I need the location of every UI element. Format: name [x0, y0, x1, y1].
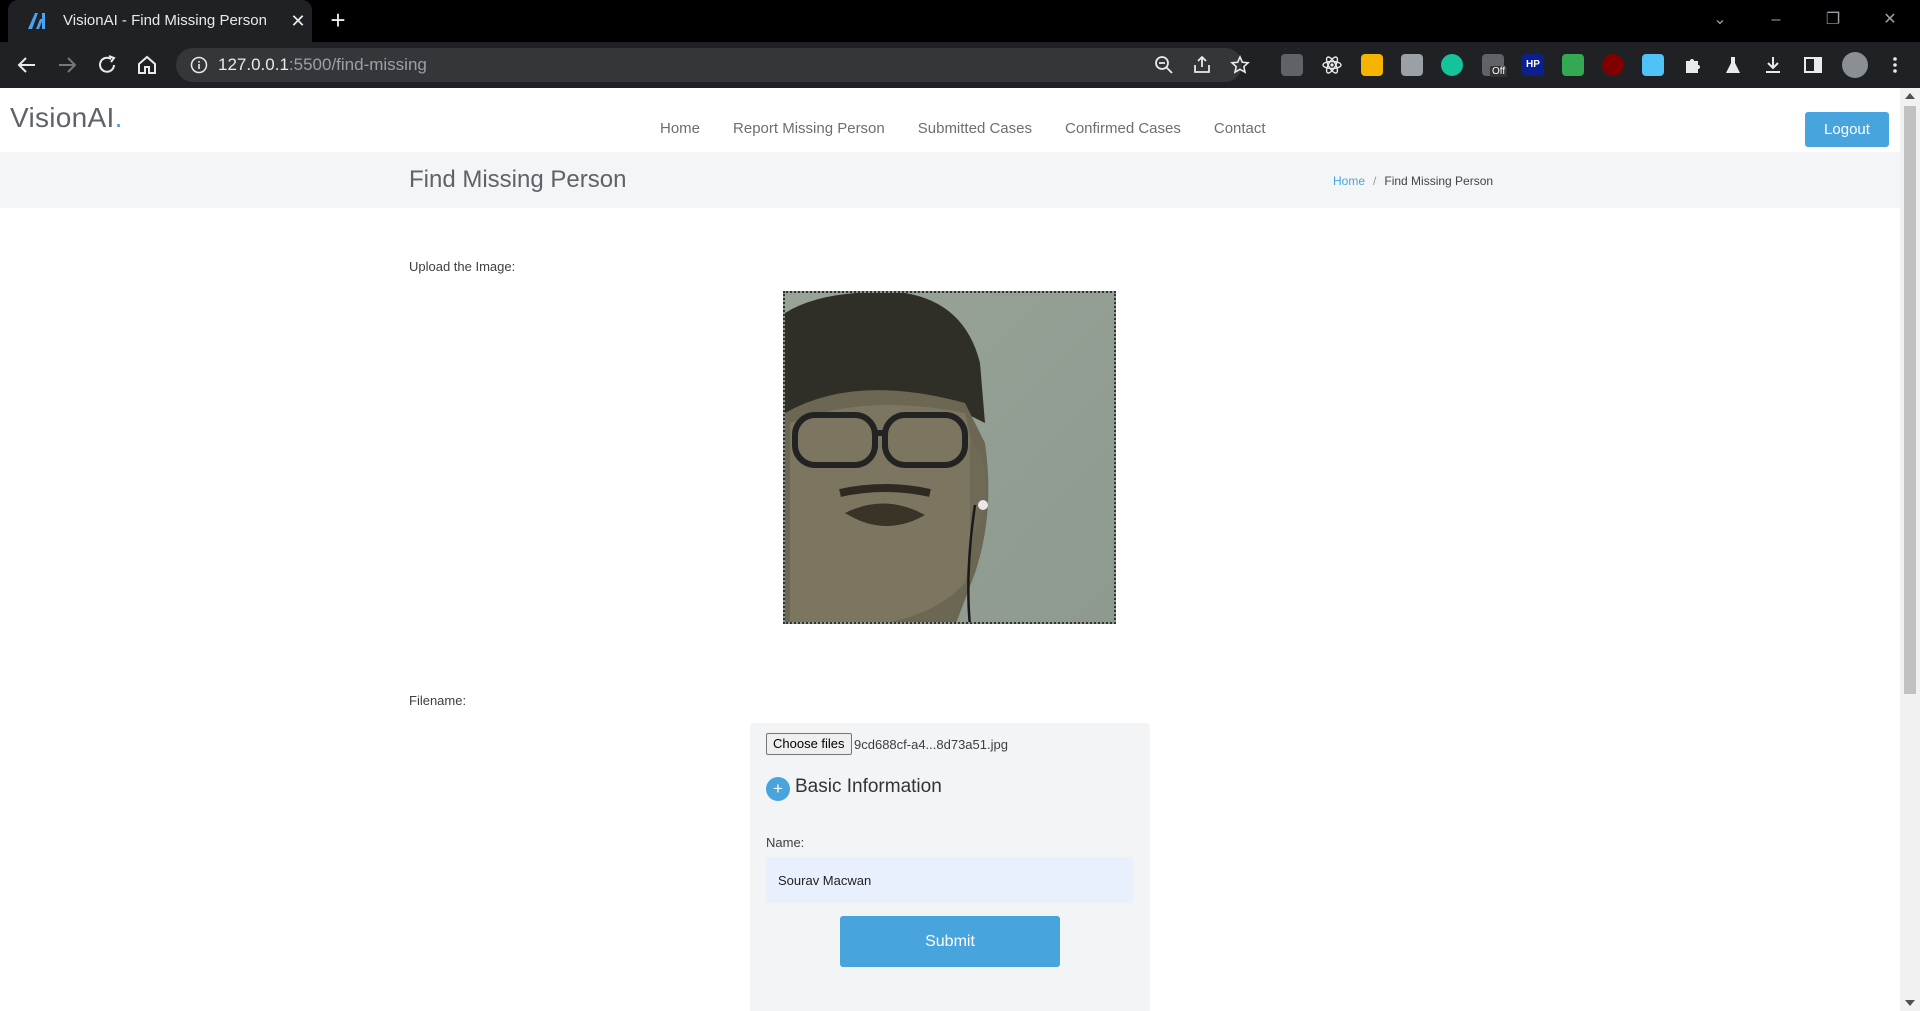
selected-file-name: 9cd688cf-a4...8d73a51.jpg	[854, 737, 1008, 752]
page-scrollbar[interactable]	[1900, 88, 1920, 1011]
back-arrow-icon[interactable]	[15, 53, 39, 77]
nav-link-report-missing-person[interactable]: Report Missing Person	[733, 120, 885, 137]
extension-screenshot-icon[interactable]	[1281, 54, 1303, 76]
browser-toolbar: 127.0.0.1:5500/find-missing Off HP	[0, 42, 1920, 88]
name-input[interactable]	[766, 857, 1133, 903]
extensions-puzzle-icon[interactable]	[1682, 54, 1704, 76]
coupon-extension-icon[interactable]: Off	[1482, 54, 1508, 77]
uploaded-image-preview[interactable]	[783, 291, 1116, 624]
restore-icon[interactable]: ❐	[1821, 8, 1845, 32]
close-tab-icon[interactable]: ✕	[288, 11, 308, 31]
address-bar[interactable]: 127.0.0.1:5500/find-missing	[176, 48, 1250, 82]
page-title-bar: Find Missing Person Home / Find Missing …	[0, 152, 1900, 208]
name-label: Name:	[766, 835, 805, 850]
nav-link-submitted-cases[interactable]: Submitted Cases	[918, 120, 1032, 137]
mail-extension-icon[interactable]	[1562, 54, 1584, 76]
breadcrumb-current: Find Missing Person	[1384, 174, 1494, 188]
url-path: :5500/find-missing	[288, 55, 427, 74]
browser-tab-strip: VisionAI - Find Missing Person ✕ + ⌄ – ❐…	[0, 0, 1920, 42]
reload-icon[interactable]	[95, 53, 119, 77]
profile-avatar[interactable]	[1842, 52, 1868, 78]
upload-image-label: Upload the Image:	[409, 259, 516, 274]
zoom-icon[interactable]	[1154, 55, 1174, 75]
forward-arrow-icon[interactable]	[55, 53, 79, 77]
labs-flask-icon[interactable]	[1722, 54, 1744, 76]
page-viewport: VisionAI. Home Report Missing Person Sub…	[0, 88, 1920, 1011]
extension-off-badge: Off	[1490, 66, 1508, 77]
nav-link-contact[interactable]: Contact	[1214, 120, 1266, 137]
react-devtools-icon[interactable]	[1321, 54, 1343, 76]
minimize-icon[interactable]: –	[1764, 8, 1788, 32]
bookmark-extension-icon[interactable]	[1642, 54, 1664, 76]
keep-notes-icon[interactable]	[1361, 54, 1383, 76]
url-host: 127.0.0.1	[218, 55, 289, 74]
site-info-icon[interactable]	[190, 56, 208, 74]
side-panel-icon[interactable]	[1802, 54, 1824, 76]
tab-title: VisionAI - Find Missing Person	[63, 12, 267, 29]
basic-information-heading[interactable]: Basic Information	[795, 776, 942, 798]
tab-search-icon[interactable]: ⌄	[1708, 8, 1732, 32]
submit-button[interactable]: Submit	[840, 916, 1060, 967]
main-nav: Home Report Missing Person Submitted Cas…	[660, 120, 1299, 137]
browser-menu-icon[interactable]	[1884, 54, 1906, 76]
browser-tab[interactable]: VisionAI - Find Missing Person ✕	[8, 0, 312, 42]
page-title: Find Missing Person	[409, 166, 627, 193]
scroll-down-arrow-icon[interactable]	[1905, 1000, 1915, 1006]
logo-dot: .	[114, 102, 123, 133]
nav-link-home[interactable]: Home	[660, 120, 700, 137]
ublock-icon[interactable]	[1602, 54, 1624, 76]
filename-label: Filename:	[409, 693, 467, 708]
scrollbar-thumb[interactable]	[1904, 106, 1916, 694]
breadcrumb-separator: /	[1373, 174, 1377, 188]
site-logo[interactable]: VisionAI.	[10, 102, 123, 134]
share-icon[interactable]	[1192, 55, 1212, 75]
breadcrumb-home-link[interactable]: Home	[1333, 174, 1365, 188]
nav-link-confirmed-cases[interactable]: Confirmed Cases	[1065, 120, 1181, 137]
choose-files-button[interactable]: Choose files	[766, 733, 852, 755]
home-icon[interactable]	[135, 53, 159, 77]
hp-extension-icon[interactable]: HP	[1522, 54, 1544, 76]
visionai-favicon-icon	[28, 13, 45, 29]
site-navbar: VisionAI. Home Report Missing Person Sub…	[0, 88, 1900, 152]
find-person-form: Choose files 9cd688cf-a4...8d73a51.jpg +…	[750, 723, 1150, 1011]
grammarly-icon[interactable]	[1441, 54, 1463, 76]
new-tab-icon[interactable]: +	[326, 7, 350, 33]
translate-extension-icon[interactable]	[1401, 54, 1423, 76]
url-text: 127.0.0.1:5500/find-missing	[218, 55, 427, 75]
breadcrumb: Home / Find Missing Person	[1333, 174, 1493, 188]
plus-circle-icon[interactable]: +	[766, 777, 790, 801]
bookmark-star-icon[interactable]	[1230, 55, 1250, 75]
close-window-icon[interactable]: ✕	[1878, 8, 1902, 32]
scroll-up-arrow-icon[interactable]	[1905, 93, 1915, 99]
logout-button[interactable]: Logout	[1805, 112, 1889, 147]
logo-text: VisionAI	[10, 102, 115, 133]
download-icon[interactable]	[1762, 54, 1784, 76]
person-photo	[785, 293, 1114, 622]
